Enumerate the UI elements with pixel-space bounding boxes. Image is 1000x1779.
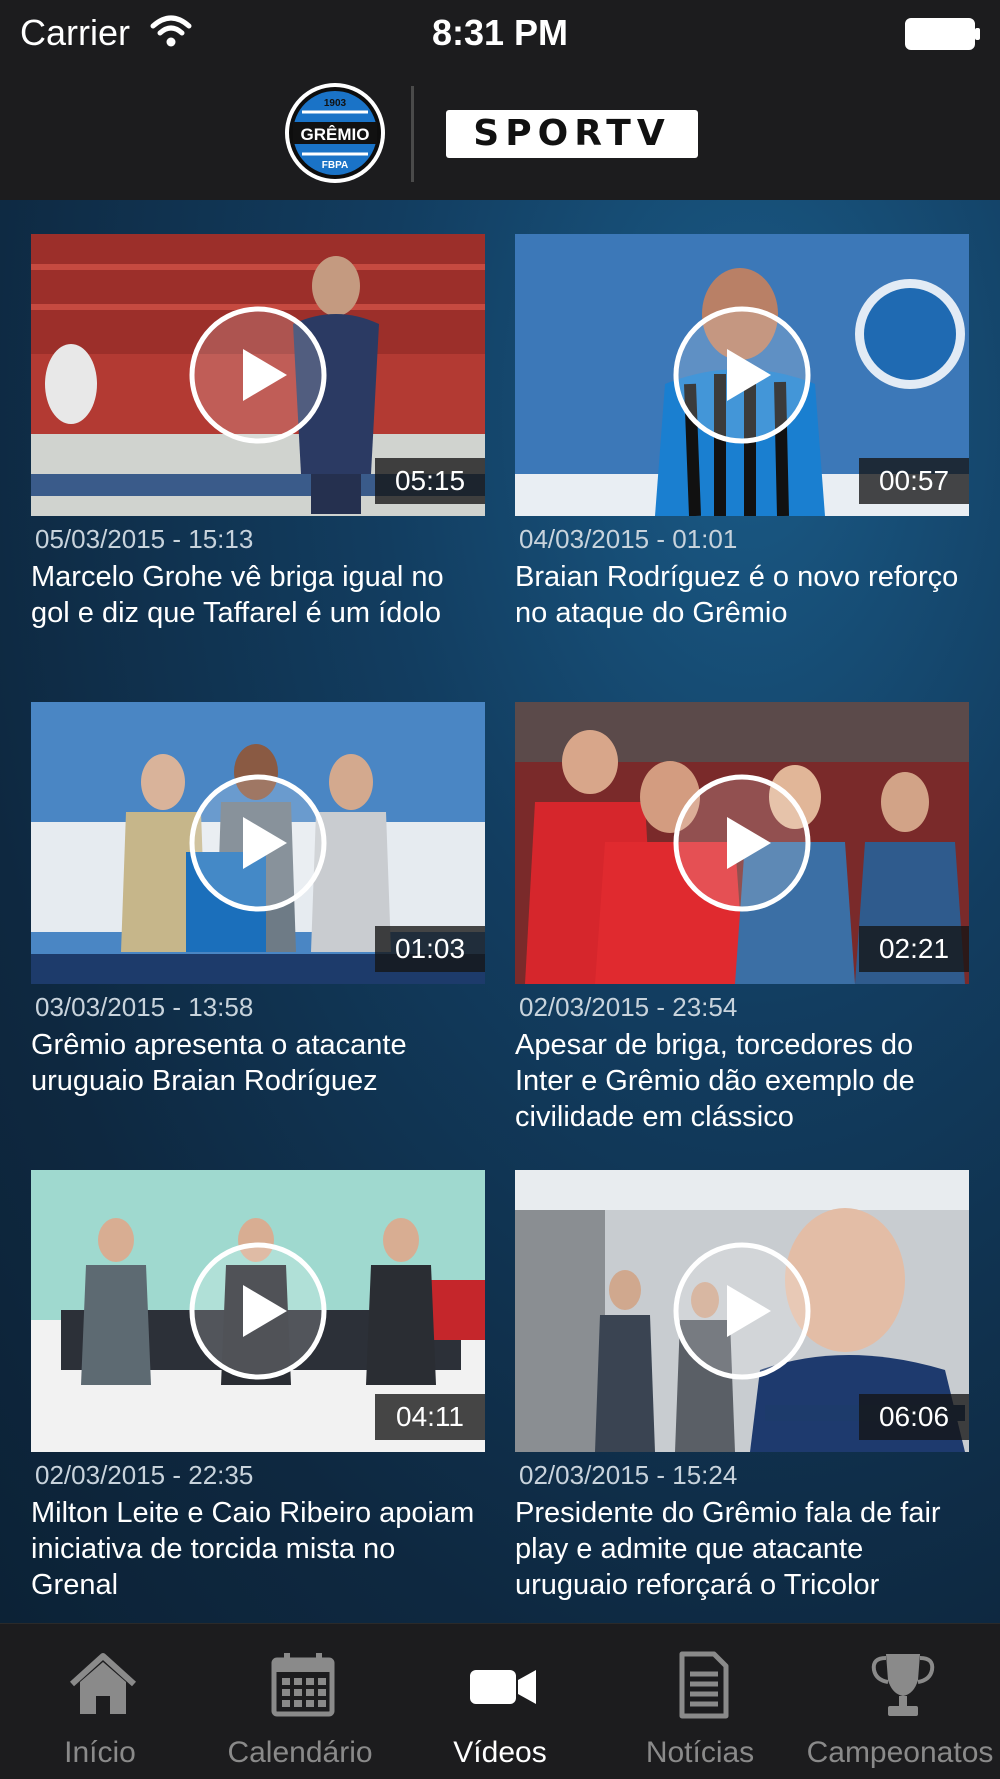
video-thumbnail[interactable]: 02:21 — [515, 702, 969, 984]
tab-videos[interactable]: Vídeos — [400, 1624, 600, 1779]
video-date: 02/03/2015 - 22:35 — [35, 1460, 254, 1490]
play-icon[interactable] — [672, 1241, 812, 1381]
play-icon[interactable] — [188, 305, 328, 445]
video-date: 02/03/2015 - 23:54 — [519, 992, 738, 1022]
video-card[interactable]: 01:03 03/03/2015 - 13:58 Grêmio apresent… — [31, 702, 485, 1099]
video-thumbnail[interactable]: 04:11 — [31, 1170, 485, 1452]
play-icon[interactable] — [672, 305, 812, 445]
video-card[interactable]: 00:57 04/03/2015 - 01:01 Braian Rodrígue… — [515, 234, 969, 631]
video-duration: 04:11 — [375, 1394, 485, 1440]
video-title[interactable]: Marcelo Grohe vê briga igual no gol e di… — [31, 559, 485, 631]
tab-label: Campeonatos — [806, 1736, 994, 1769]
tab-noticias[interactable]: Notícias — [600, 1624, 800, 1779]
play-icon[interactable] — [188, 773, 328, 913]
tab-label: Notícias — [645, 1736, 755, 1769]
video-card[interactable]: 04:11 02/03/2015 - 22:35 Milton Leite e … — [31, 1170, 485, 1603]
gremio-logo: 1903 GRÊMIO FBPA — [285, 83, 385, 183]
tab-label: Vídeos — [453, 1736, 547, 1769]
logo-divider — [411, 86, 414, 182]
video-thumbnail[interactable]: 01:03 — [31, 702, 485, 984]
video-date: 02/03/2015 - 15:24 — [519, 1460, 738, 1490]
svg-text:GRÊMIO: GRÊMIO — [301, 125, 370, 144]
tab-inicio[interactable]: Início — [0, 1624, 200, 1779]
home-icon — [69, 1653, 137, 1714]
video-title[interactable]: Grêmio apresenta o atacante uruguaio Bra… — [31, 1027, 485, 1099]
video-date: 04/03/2015 - 01:01 — [519, 524, 738, 554]
tab-calendario[interactable]: Calendário — [200, 1624, 400, 1779]
tab-label: Calendário — [227, 1736, 373, 1769]
play-icon[interactable] — [188, 1241, 328, 1381]
status-bar: Carrier 8:31 PM — [0, 0, 1000, 68]
video-title[interactable]: Apesar de briga, torcedores do Inter e G… — [515, 1027, 969, 1135]
video-camera-icon — [470, 1670, 536, 1704]
document-icon — [679, 1651, 729, 1719]
battery-icon — [905, 18, 980, 50]
video-card[interactable]: 02:21 02/03/2015 - 23:54 Apesar de briga… — [515, 702, 969, 1135]
video-date: 05/03/2015 - 15:13 — [35, 524, 254, 554]
video-duration: 05:15 — [375, 458, 485, 504]
video-duration: 06:06 — [859, 1394, 969, 1440]
video-date: 03/03/2015 - 13:58 — [35, 992, 254, 1022]
video-title[interactable]: Presidente do Grêmio fala de fair play e… — [515, 1495, 969, 1603]
video-title[interactable]: Milton Leite e Caio Ribeiro apoiam inici… — [31, 1495, 485, 1603]
sportv-logo: SPORTV — [446, 110, 698, 158]
trophy-icon — [871, 1654, 935, 1716]
video-duration: 00:57 — [859, 458, 969, 504]
video-card[interactable]: 06:06 02/03/2015 - 15:24 Presidente do G… — [515, 1170, 969, 1603]
app-header: Carrier 8:31 PM 1903 GRÊMIO FBPA SPORTV — [0, 0, 1000, 200]
svg-text:1903: 1903 — [324, 98, 347, 109]
play-icon[interactable] — [672, 773, 812, 913]
tab-campeonatos[interactable]: Campeonatos — [800, 1624, 1000, 1779]
video-thumbnail[interactable]: 00:57 — [515, 234, 969, 516]
tab-label: Início — [64, 1736, 136, 1769]
video-thumbnail[interactable]: 05:15 — [31, 234, 485, 516]
calendar-icon — [271, 1653, 335, 1717]
video-card[interactable]: 05:15 05/03/2015 - 15:13 Marcelo Grohe v… — [31, 234, 485, 631]
svg-text:FBPA: FBPA — [322, 160, 348, 171]
video-duration: 02:21 — [859, 926, 969, 972]
video-duration: 01:03 — [375, 926, 485, 972]
tab-bar: Início Calendário Vídeos Notícias Campeo… — [0, 1623, 1000, 1779]
video-title[interactable]: Braian Rodríguez é o novo reforço no ata… — [515, 559, 969, 631]
status-time: 8:31 PM — [431, 12, 569, 53]
video-thumbnail[interactable]: 06:06 — [515, 1170, 969, 1452]
video-grid: 05:15 05/03/2015 - 15:13 Marcelo Grohe v… — [0, 200, 1000, 1623]
